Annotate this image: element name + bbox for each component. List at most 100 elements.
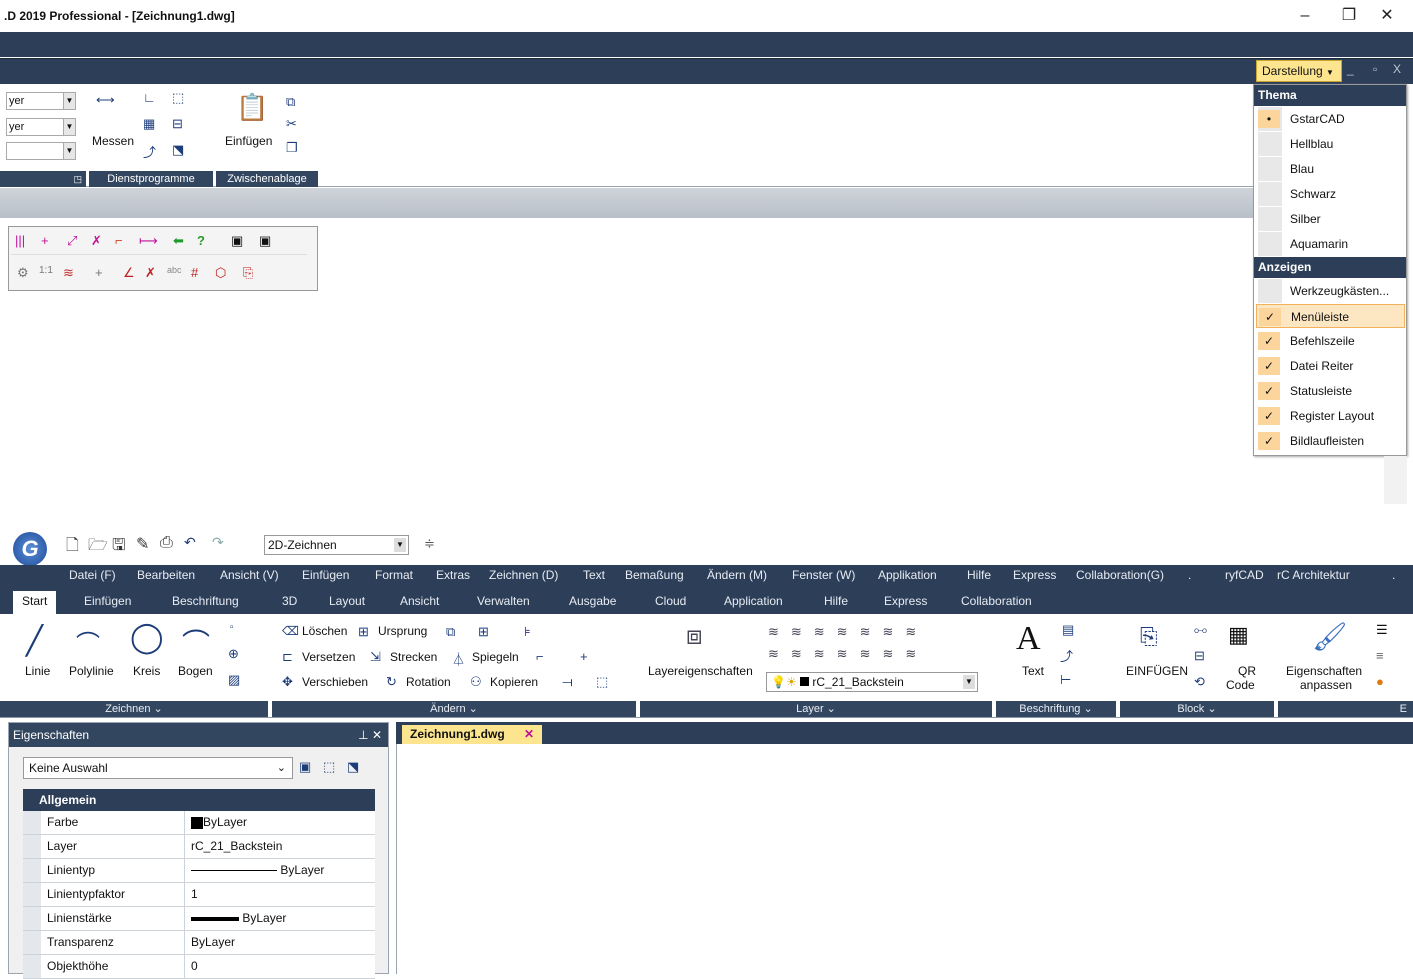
arc-button[interactable]: Bogen (178, 664, 213, 678)
menu-collaboration[interactable]: Collaboration(G) (1076, 568, 1164, 582)
theme-silber[interactable]: Silber (1254, 207, 1406, 231)
cut-icon[interactable]: ✂ (286, 116, 297, 132)
menu-item-werkzeugkaesten[interactable]: Werkzeugkästen... (1254, 279, 1406, 303)
quick-select-icon[interactable]: ▣ (299, 759, 311, 775)
menu-hilfe[interactable]: Hilfe (967, 568, 991, 582)
mirror-button[interactable]: Spiegeln (472, 650, 519, 664)
property-row[interactable]: Transparenz ByLayer (23, 931, 375, 955)
tab-express[interactable]: Express (884, 594, 927, 608)
match-properties-line2[interactable]: anpassen (1300, 678, 1352, 692)
new-file-icon[interactable]: 🗋 (66, 534, 79, 561)
ortho-icon[interactable]: ||| (15, 233, 25, 248)
menu-dot2[interactable]: . (1392, 568, 1395, 582)
tab-hilfe[interactable]: Hilfe (824, 594, 848, 608)
app-logo-icon[interactable]: G (13, 532, 47, 566)
layer-select[interactable]: 💡☀ rC_21_Backstein ▼ (766, 672, 978, 692)
polyline-button[interactable]: Polylinie (69, 664, 114, 678)
measure-distance-icon[interactable]: ⟷ (96, 92, 115, 108)
menu-item-befehlszeile[interactable]: ✓ Befehlszeile (1254, 329, 1406, 353)
property-row[interactable]: Linientypfaktor 1 (23, 883, 375, 907)
menu-extras[interactable]: Extras (436, 568, 470, 582)
color-wheel-icon[interactable]: ● (1376, 674, 1384, 689)
back-arrow-icon[interactable]: ⬅ (173, 233, 184, 249)
point-icon[interactable]: ▫ (230, 622, 234, 633)
insert-block-button[interactable]: EINFÜGEN (1126, 664, 1188, 678)
tab-3d[interactable]: 3D (282, 594, 297, 608)
array-icon[interactable]: ⊞ (478, 624, 489, 640)
area-icon[interactable]: ⬚ (172, 90, 184, 106)
offset-icon[interactable]: ⊏ (282, 649, 293, 665)
menu-applikation[interactable]: Applikation (878, 568, 937, 582)
qr-button[interactable]: QR (1238, 664, 1256, 678)
text-abc-icon[interactable]: abc (167, 265, 182, 275)
save-icon[interactable]: 🖫 (112, 534, 126, 561)
menu-rc-architektur[interactable]: rC Architektur (1277, 568, 1350, 582)
erase-icon[interactable]: ⌫ (282, 624, 299, 638)
copy-clip-icon[interactable]: ⧉ (286, 94, 295, 110)
circle-icon[interactable]: ◯ (130, 620, 164, 655)
menu-format[interactable]: Format (375, 568, 413, 582)
drawing-canvas[interactable] (396, 744, 1413, 974)
erase-button[interactable]: Löschen (302, 624, 347, 638)
corner-icon[interactable]: ⌐ (115, 233, 123, 248)
layer-tools2-icon[interactable]: ≋≋≋≋≋≋≋ (768, 646, 928, 662)
qr-button-line2[interactable]: Code (1226, 678, 1255, 692)
block-edit-icon[interactable]: ⊟ (1194, 648, 1205, 664)
property-row[interactable]: Linientyp ByLayer (23, 859, 375, 883)
mirror-icon[interactable]: ⏃ (452, 649, 465, 668)
stretch-button[interactable]: Strecken (390, 650, 437, 664)
offset-button[interactable]: Versetzen (302, 650, 355, 664)
scale-icon[interactable]: 1:1 (39, 265, 53, 276)
close-button[interactable]: ✕ (1367, 4, 1407, 28)
pickadd-icon[interactable]: ⬔ (347, 759, 359, 775)
property-row[interactable]: Layer rC_21_Backstein (23, 835, 375, 859)
snap-icon[interactable]: + (41, 233, 49, 248)
floating-toolbar[interactable]: ||| + ⤢ ✗ ⌐ ⟼ ⬅ ? ▣ ▣ ⚙ 1:1 ≋ + ∠ ✗ abc … (8, 226, 318, 291)
layer-dropdown-2[interactable]: yer ▼ (6, 118, 76, 136)
move-button[interactable]: Verschieben (302, 675, 368, 689)
measure-button[interactable]: Messen (92, 134, 134, 148)
menu-ansicht[interactable]: Ansicht (V) (220, 568, 279, 582)
trim-icon[interactable]: ⤢ (67, 233, 77, 249)
tab-cloud[interactable]: Cloud (655, 594, 686, 608)
rotate-icon[interactable]: ↻ (386, 674, 397, 690)
expand-icon[interactable]: ◳ (73, 171, 82, 187)
explode-icon[interactable]: ⬚ (596, 674, 608, 690)
layer-tools-icon[interactable]: ≋≋≋≋≋≋≋ (768, 624, 928, 640)
break-icon[interactable]: ⟞ (562, 674, 573, 690)
help-icon[interactable]: ? (197, 233, 205, 248)
menu-item-datei-reiter[interactable]: ✓ Datei Reiter (1254, 354, 1406, 378)
tab-application[interactable]: Application (724, 594, 783, 608)
ribbon-minimize-button[interactable]: _ (1347, 62, 1354, 76)
table-icon[interactable]: ▤ (1062, 622, 1074, 638)
menu-express[interactable]: Express (1013, 568, 1056, 582)
hatch-icon[interactable]: ▨ (228, 672, 240, 688)
settings-icon[interactable]: ⚙ (17, 265, 29, 281)
menu-dot[interactable]: . (1188, 568, 1191, 582)
theme-gstarcad[interactable]: • GstarCAD (1254, 107, 1406, 131)
property-row[interactable]: Objekthöhe 0 (23, 955, 375, 979)
layers-icon[interactable]: ≋ (63, 265, 74, 281)
insert-block-icon[interactable]: ⎘ (1140, 624, 1158, 650)
print-icon[interactable]: ⊟ (172, 116, 183, 132)
layer-dropdown-3[interactable]: ▼ (6, 142, 76, 160)
align-icon[interactable]: ⊧ (524, 624, 531, 640)
pin-close-icon[interactable]: ⊥ ✕ (358, 723, 382, 747)
tab-ausgabe[interactable]: Ausgabe (569, 594, 616, 608)
ribbon-restore-button[interactable]: ▫ (1373, 62, 1377, 76)
open-file-icon[interactable]: 🗁 (88, 534, 108, 561)
selection-dropdown[interactable]: Keine Auswahl ⌄ (23, 757, 293, 779)
arc-icon[interactable]: ⌒ (182, 622, 210, 662)
menu-bearbeiten[interactable]: Bearbeiten (137, 568, 195, 582)
ribbon-close-button[interactable]: X (1393, 62, 1401, 76)
calculator-icon[interactable]: ▦ (143, 116, 155, 132)
hatch-icon[interactable]: ✗ (145, 265, 156, 281)
customize-icon[interactable]: ≑ (424, 536, 435, 552)
copy-button[interactable]: Kopieren (490, 675, 538, 689)
paste-icon[interactable]: 📋 (236, 92, 268, 123)
match-properties-button[interactable]: Eigenschaften (1286, 664, 1362, 678)
fillet-icon[interactable]: ⌐ (536, 649, 544, 664)
undo-icon[interactable]: ↶ (184, 534, 196, 551)
tab-collaboration[interactable]: Collaboration (961, 594, 1032, 608)
break-icon[interactable]: ⟼ (139, 233, 158, 249)
